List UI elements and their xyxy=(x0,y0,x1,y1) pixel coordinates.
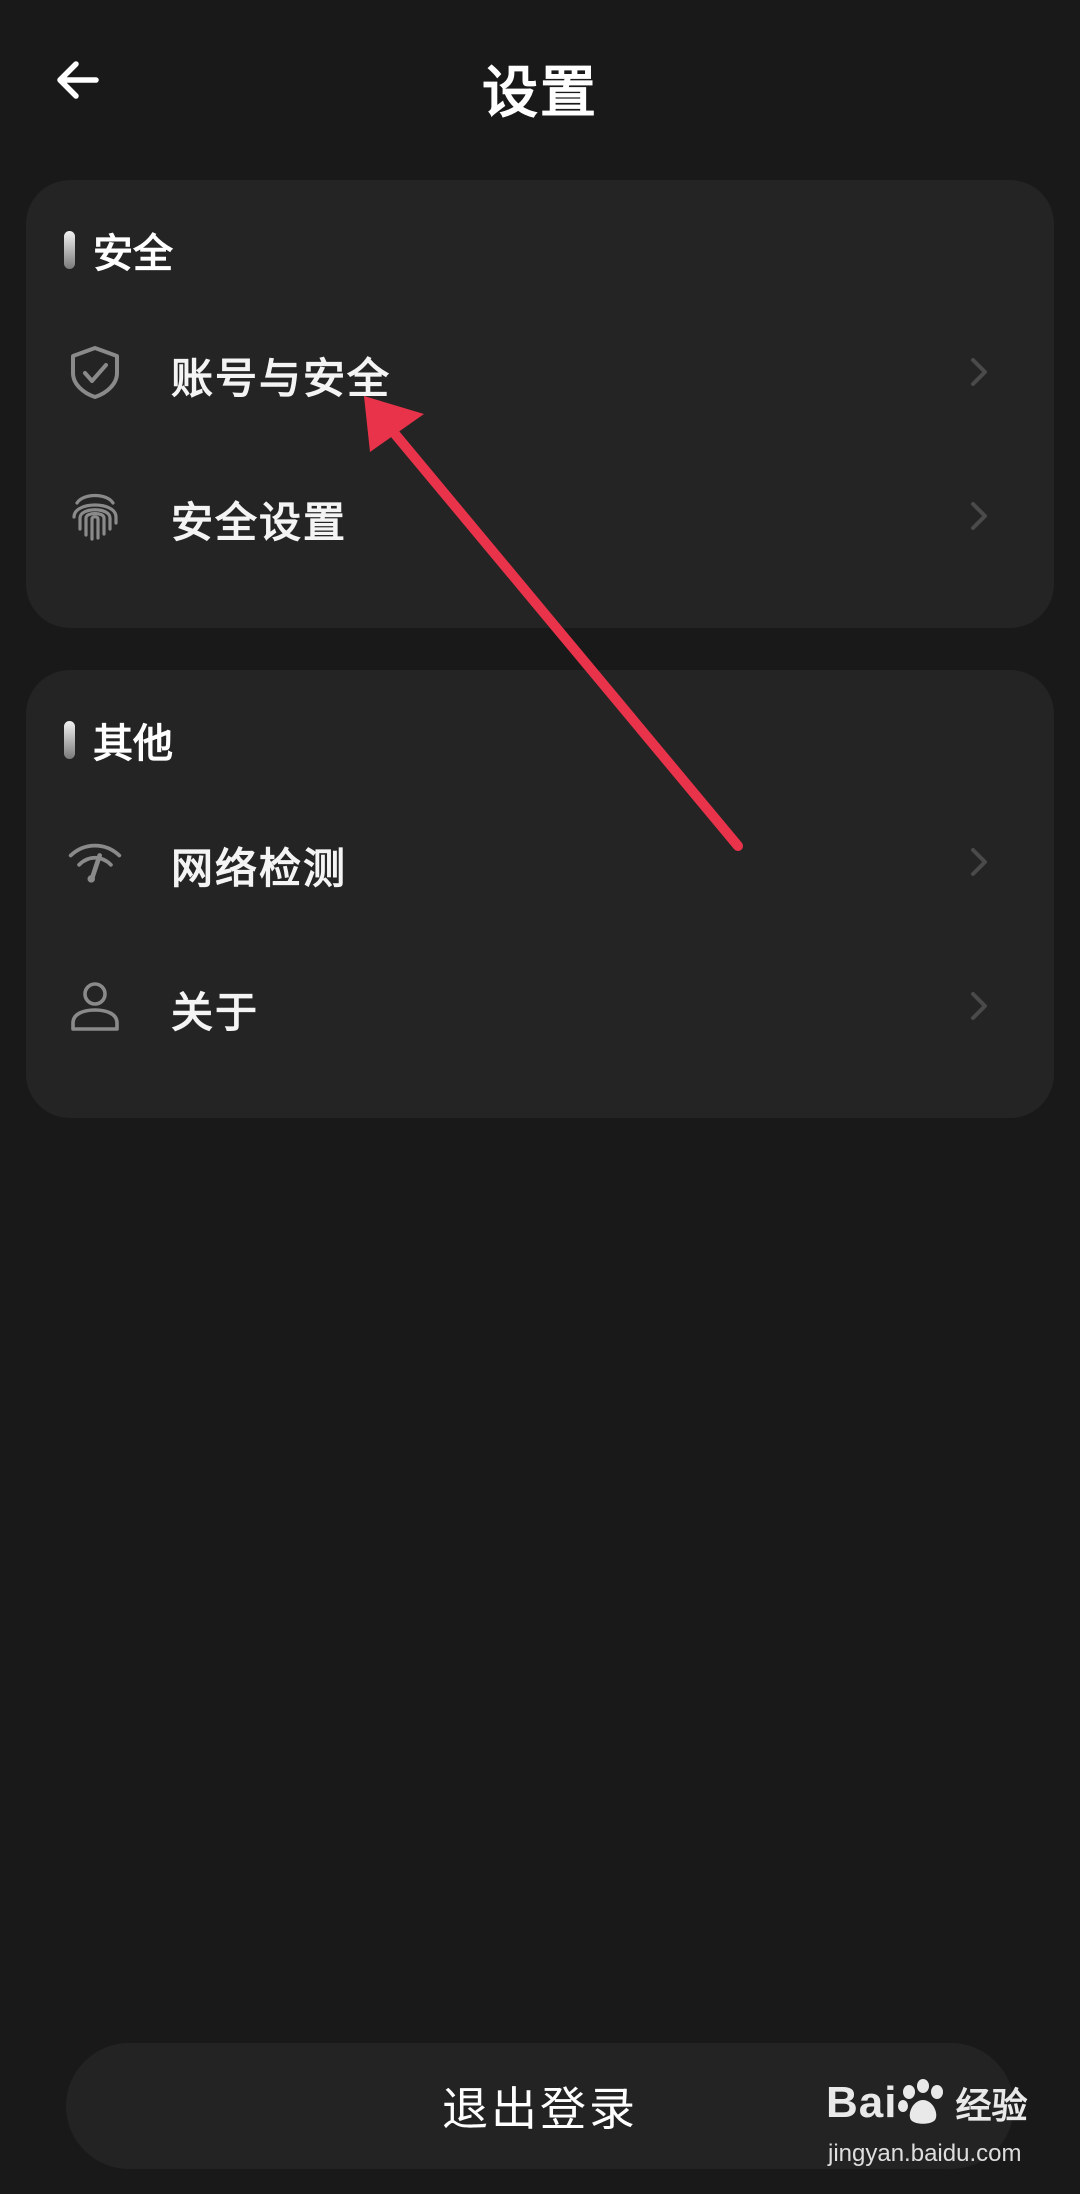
chevron-right-icon xyxy=(971,502,987,530)
other-section-card: 其他 网络检测 关于 xyxy=(26,670,1054,1118)
person-icon xyxy=(66,977,124,1035)
chevron-right-icon xyxy=(971,848,987,876)
section-accent-bar xyxy=(64,721,75,759)
settings-item-network-check[interactable]: 网络检测 xyxy=(26,797,1054,927)
shield-check-icon xyxy=(66,343,124,401)
page-title: 设置 xyxy=(482,61,598,126)
section-title: 其他 xyxy=(93,721,173,767)
settings-item-about[interactable]: 关于 xyxy=(26,941,1054,1071)
settings-screen: 设置 安全 账号与安全 安全设置 其他 网络检测 关于 退出登录 Bai 经验 … xyxy=(0,0,1080,2194)
wifi-check-icon xyxy=(66,833,124,891)
section-header-security: 安全 xyxy=(64,225,173,277)
chevron-right-icon xyxy=(971,358,987,386)
settings-item-security-settings[interactable]: 安全设置 xyxy=(26,451,1054,581)
header-bar: 设置 xyxy=(0,0,1080,170)
logout-button[interactable]: 退出登录 xyxy=(66,2043,1014,2169)
settings-item-label: 账号与安全 xyxy=(171,354,392,403)
settings-item-label: 网络检测 xyxy=(171,844,348,893)
settings-item-label: 关于 xyxy=(171,988,260,1037)
settings-item-account-security[interactable]: 账号与安全 xyxy=(26,307,1054,437)
fingerprint-icon xyxy=(66,487,124,545)
section-accent-bar xyxy=(64,231,75,269)
logout-label: 退出登录 xyxy=(442,2082,638,2136)
settings-item-label: 安全设置 xyxy=(171,498,348,547)
section-header-other: 其他 xyxy=(64,715,173,767)
section-title: 安全 xyxy=(93,231,173,277)
chevron-right-icon xyxy=(971,992,987,1020)
security-section-card: 安全 账号与安全 安全设置 xyxy=(26,180,1054,628)
